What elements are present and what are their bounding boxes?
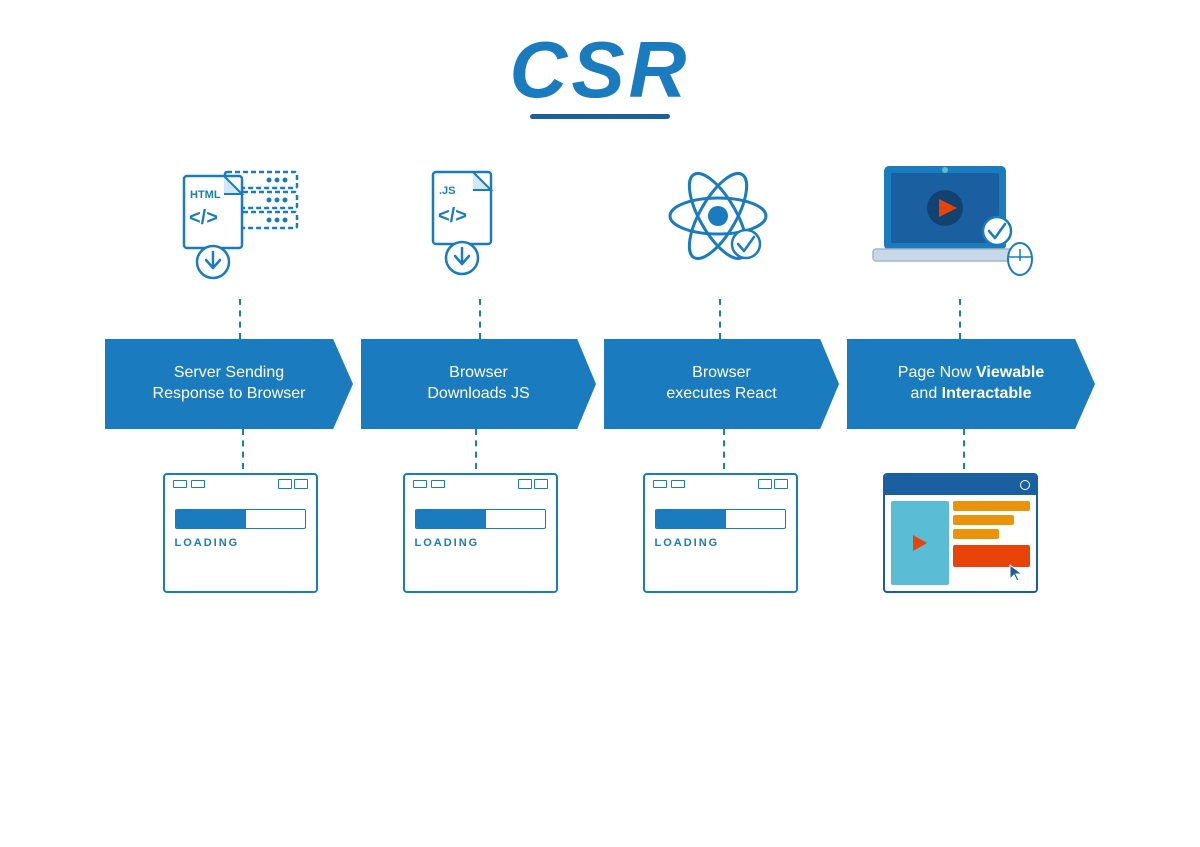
- arrow-box-4: Page Now Viewable and Interactable: [847, 339, 1095, 429]
- step-1-top: HTML </>: [120, 149, 360, 299]
- window-controls-3: [653, 480, 685, 488]
- arrows-row: Server Sending Response to Browser Brows…: [80, 339, 1120, 429]
- js-file-icon: .JS </>: [415, 154, 545, 294]
- laptop-icon-outer: [860, 149, 1060, 299]
- loading-bar-3: [655, 509, 786, 529]
- window-controls-2: [413, 480, 445, 488]
- svg-text:</>: </>: [189, 207, 218, 229]
- website-topbar: [885, 475, 1036, 495]
- step-2-top: .JS </>: [360, 149, 600, 299]
- loading-text-1: LOADING: [175, 537, 240, 549]
- react-atom-icon: [650, 154, 790, 294]
- content-bar-1: [953, 501, 1030, 511]
- step-4-top: [840, 149, 1080, 299]
- arrow-2-text: Browser Downloads JS: [427, 363, 529, 405]
- dashed-connector-4: [959, 299, 961, 339]
- viewable-bold: Viewable: [976, 364, 1044, 381]
- svg-text:HTML: HTML: [190, 189, 221, 201]
- bottom-step-4: [840, 473, 1080, 593]
- arrow-box-2: Browser Downloads JS: [361, 339, 596, 429]
- arrow-box-3: Browser executes React: [604, 339, 839, 429]
- dashed-connector-8: [963, 429, 965, 469]
- video-area: [891, 501, 949, 585]
- website-preview-icon: [883, 473, 1038, 593]
- dashed-connector-2: [479, 299, 481, 339]
- window-controls-1: [173, 480, 205, 488]
- arrow-box-1: Server Sending Response to Browser: [105, 339, 353, 429]
- svg-text:</>: </>: [438, 205, 467, 227]
- svg-text:.JS: .JS: [439, 185, 456, 197]
- dashed-connector-5: [242, 429, 244, 469]
- react-icon-outer: [640, 149, 800, 299]
- interactable-bold: Interactable: [942, 385, 1032, 402]
- search-icon: [1020, 480, 1030, 490]
- laptop-icon: [865, 149, 1055, 299]
- dashed-connector-1: [239, 299, 241, 339]
- bottom-step-1: LOADING: [120, 473, 360, 593]
- loading-text-3: LOADING: [655, 537, 720, 549]
- diagram: HTML </> .JS: [0, 149, 1200, 593]
- arrow-3-text: Browser executes React: [666, 363, 776, 405]
- loading-screen-1: LOADING: [163, 473, 318, 593]
- loading-screen-3: LOADING: [643, 473, 798, 593]
- html-file-icon: HTML </>: [170, 154, 310, 294]
- page-title: CSR: [510, 30, 691, 110]
- loading-text-2: LOADING: [415, 537, 480, 549]
- arrow-4-text: Page Now Viewable and Interactable: [898, 363, 1044, 405]
- bottom-connectors: [100, 429, 1100, 469]
- content-bar-3: [953, 529, 999, 539]
- step-3-top: [600, 149, 840, 299]
- bottom-step-3: LOADING: [600, 473, 840, 593]
- js-icon-wrapper: .JS </>: [400, 149, 560, 299]
- bottom-icons-row: LOADING LOADING: [100, 473, 1100, 593]
- loading-bar-1: [175, 509, 306, 529]
- bottom-step-2: LOADING: [360, 473, 600, 593]
- dashed-connector-6: [475, 429, 477, 469]
- title-section: CSR: [510, 30, 691, 119]
- arrow-1-text: Server Sending Response to Browser: [153, 363, 306, 405]
- dashed-connector-7: [723, 429, 725, 469]
- play-button-icon: [913, 535, 927, 551]
- loading-screen-2: LOADING: [403, 473, 558, 593]
- html-icon-wrapper: HTML </>: [160, 149, 320, 299]
- dashed-connector-3: [719, 299, 721, 339]
- title-underline: [530, 114, 670, 119]
- top-icons-row: HTML </> .JS: [100, 149, 1100, 299]
- content-bar-2: [953, 515, 1015, 525]
- top-connectors: [100, 299, 1100, 339]
- cursor-icon: [1008, 563, 1024, 583]
- loading-bar-2: [415, 509, 546, 529]
